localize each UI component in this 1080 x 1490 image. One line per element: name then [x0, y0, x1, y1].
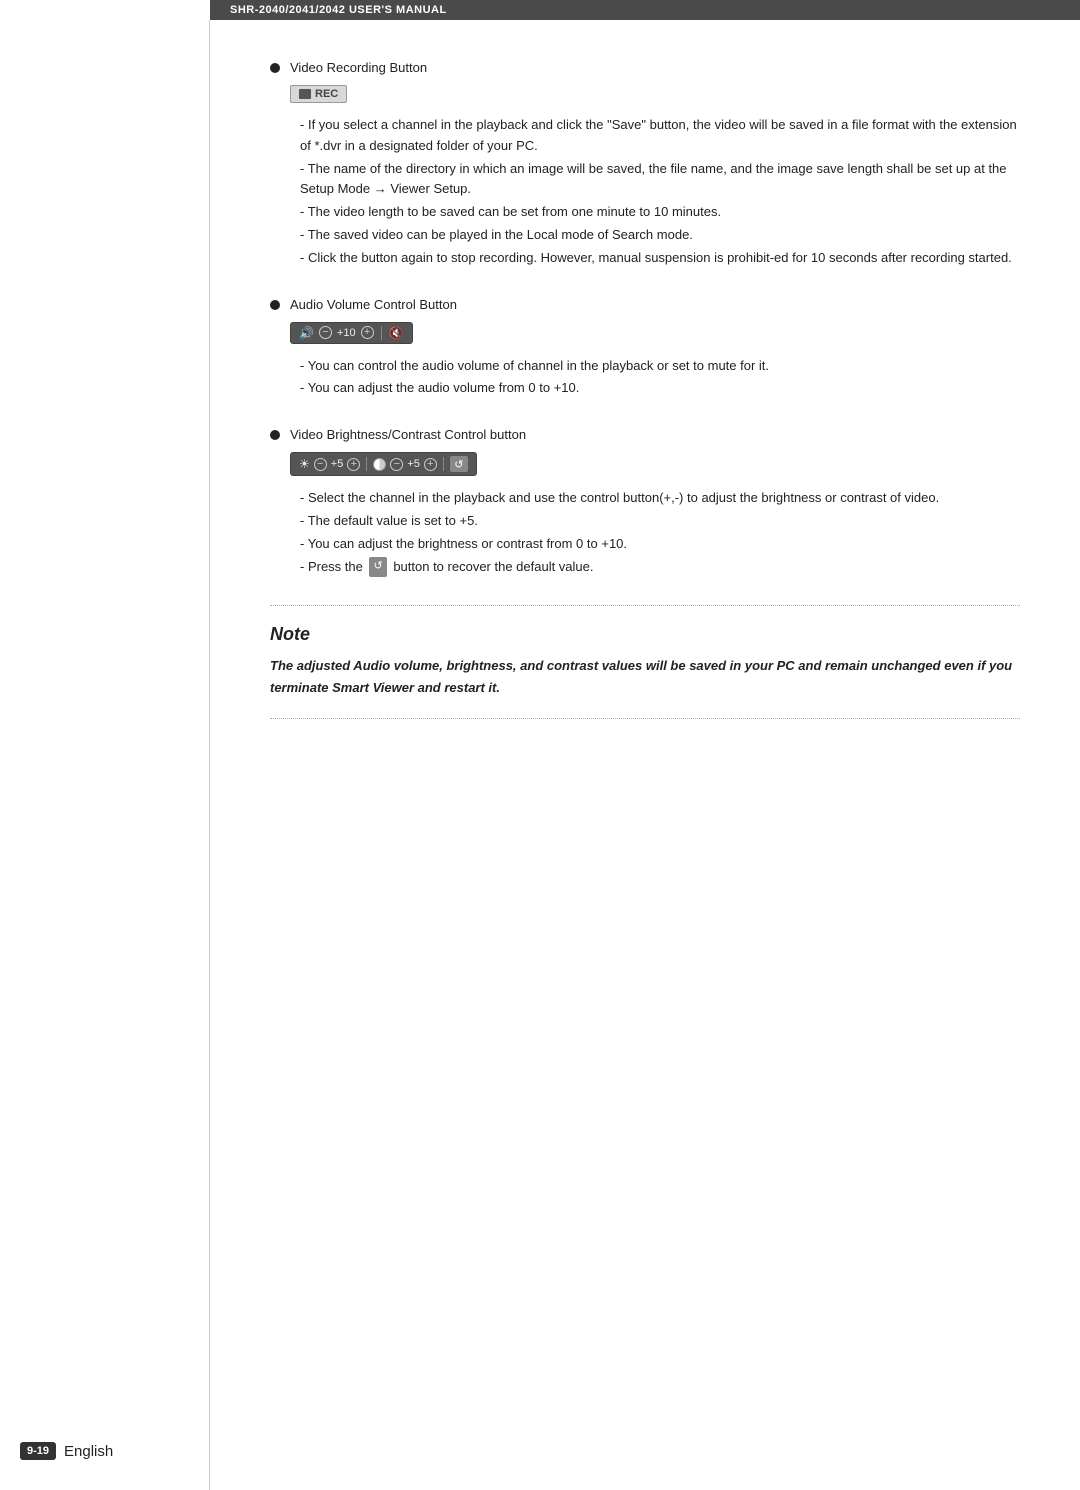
header-title: SHR-2040/2041/2042 USER'S MANUAL [230, 4, 447, 16]
brightness-value1: +5 [331, 458, 344, 470]
desc-item-0-2: The video length to be saved can be set … [290, 202, 1020, 223]
desc-item-0-3: The saved video can be played in the Loc… [290, 225, 1020, 246]
brightness-sep1 [366, 457, 367, 471]
audio-button: 🔊 − +10 + 🔇 [290, 322, 413, 344]
note-text: The adjusted Audio volume, brightness, a… [270, 655, 1020, 699]
audio-button-container: 🔊 − +10 + 🔇 [290, 322, 1020, 344]
audio-value: +10 [337, 327, 356, 339]
desc-item-1-0: You can control the audio volume of chan… [290, 356, 1020, 377]
brightness-button-container: ☀ − +5 + − +5 + ↺ [290, 452, 1020, 476]
bullet-dot-3 [270, 430, 280, 440]
footer-badge: 9-19 [20, 1442, 56, 1460]
brightness-section: Video Brightness/Contrast Control button… [270, 427, 1020, 577]
page-wrapper: SHR-2040/2041/2042 USER'S MANUAL Video R… [0, 0, 1080, 1490]
desc-item-2-3: Press the ↺ button to recover the defaul… [290, 557, 1020, 578]
desc-item-0-0: If you select a channel in the playback … [290, 115, 1020, 157]
contrast-icon [373, 458, 386, 471]
video-recording-desc-list: If you select a channel in the playback … [290, 115, 1020, 269]
brightness-header: Video Brightness/Contrast Control button [270, 427, 1020, 442]
note-title: Note [270, 624, 1020, 645]
brightness-button: ☀ − +5 + − +5 + ↺ [290, 452, 477, 476]
inline-reset-button: ↺ [369, 557, 386, 577]
inline-reset-icon: ↺ [373, 558, 382, 576]
rec-button: REC [290, 85, 347, 103]
audio-volume-section: Audio Volume Control Button 🔊 − +10 + 🔇 … [270, 297, 1020, 400]
audio-volume-header: Audio Volume Control Button [270, 297, 1020, 312]
brightness-plus-icon: + [347, 458, 360, 471]
volume-minus-icon: − [319, 326, 332, 339]
main-content: Video Recording Button REC If you select… [210, 20, 1080, 1490]
audio-desc-list: You can control the audio volume of chan… [290, 356, 1020, 400]
contrast-minus-icon: − [390, 458, 403, 471]
mute-icon: 🔇 [389, 326, 404, 340]
rec-label: REC [315, 88, 338, 100]
desc-item-2-2: You can adjust the brightness or contras… [290, 534, 1020, 555]
left-sidebar [0, 20, 210, 1490]
reset-icon: ↺ [450, 456, 468, 472]
content-area: Video Recording Button REC If you select… [0, 20, 1080, 1490]
desc-item-2-0: Select the channel in the playback and u… [290, 488, 1020, 509]
volume-plus-icon: + [361, 326, 374, 339]
desc-item-0-4: Click the button again to stop recording… [290, 248, 1020, 269]
rec-icon [299, 89, 311, 99]
speaker-icon: 🔊 [299, 326, 314, 340]
desc-item-2-1: The default value is set to +5. [290, 511, 1020, 532]
desc-item-1-1: You can adjust the audio volume from 0 t… [290, 378, 1020, 399]
bullet-dot-2 [270, 300, 280, 310]
brightness-minus-icon: − [314, 458, 327, 471]
brightness-desc-list: Select the channel in the playback and u… [290, 488, 1020, 577]
bullet-dot-1 [270, 63, 280, 73]
rec-button-container: REC [290, 85, 1020, 103]
brightness-sep2 [443, 457, 444, 471]
video-recording-section: Video Recording Button REC If you select… [270, 60, 1020, 269]
footer: 9-19 English [20, 1442, 113, 1460]
brightness-title: Video Brightness/Contrast Control button [290, 427, 526, 442]
contrast-plus-icon: + [424, 458, 437, 471]
video-recording-title: Video Recording Button [290, 60, 427, 75]
footer-language: English [64, 1443, 113, 1460]
sun-icon: ☀ [299, 457, 310, 471]
header-bar: SHR-2040/2041/2042 USER'S MANUAL [210, 0, 1080, 20]
desc-item-0-1: The name of the directory in which an im… [290, 159, 1020, 201]
audio-sep [381, 326, 382, 340]
note-section: Note The adjusted Audio volume, brightne… [270, 605, 1020, 718]
video-recording-header: Video Recording Button [270, 60, 1020, 75]
audio-volume-title: Audio Volume Control Button [290, 297, 457, 312]
brightness-value2: +5 [407, 458, 420, 470]
